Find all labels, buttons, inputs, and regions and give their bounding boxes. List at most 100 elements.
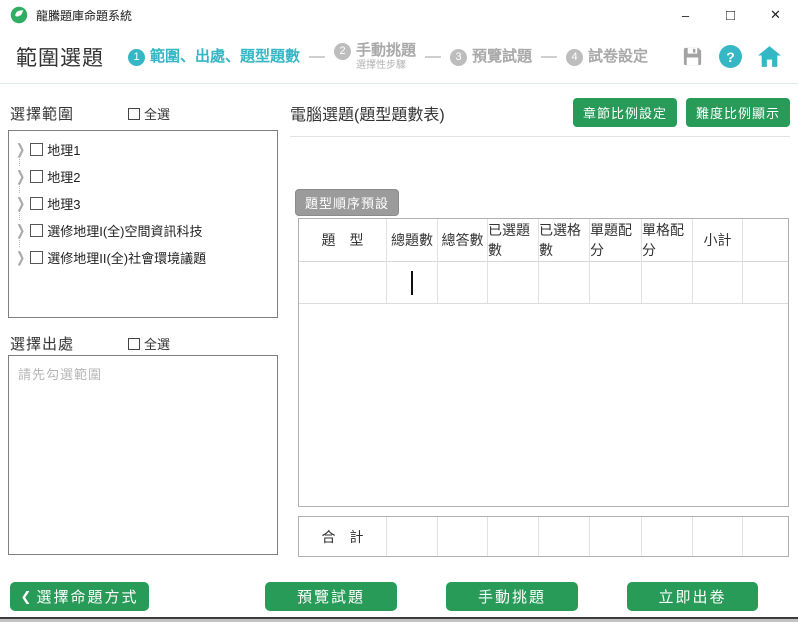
- source-select-all[interactable]: 全選: [128, 334, 170, 353]
- computer-selection-header: 電腦選題(題型題數表) 章節比例設定 難度比例顯示: [290, 97, 790, 128]
- step-separator: [309, 55, 326, 58]
- total-label: 合 計: [299, 517, 387, 556]
- table-row[interactable]: [299, 262, 788, 304]
- table-header-row: 題 型 總題數 總答數 已選題數 已選格數 單題配分 單格配分 小計: [299, 219, 788, 262]
- back-to-mode-label: 選擇命題方式: [36, 589, 139, 606]
- chevron-right-icon[interactable]: ❯: [16, 195, 25, 212]
- generate-paper-button[interactable]: 立即出卷: [627, 582, 758, 611]
- total-cell: [539, 517, 590, 556]
- difficulty-ratio-button[interactable]: 難度比例顯示: [685, 98, 790, 127]
- toolbar: 範圍選題 1 範圍、出處、題型題數 2 手動挑題 選擇性步驟 3 預覽試題 4: [0, 30, 798, 84]
- tree-item-checkbox[interactable]: [30, 143, 44, 156]
- preview-questions-label: 預覽試題: [296, 589, 365, 606]
- tree-item-label: 選修地理II(全)社會環境議題: [47, 251, 207, 266]
- col-header-type: 題 型: [299, 219, 387, 261]
- total-cell: [488, 517, 539, 556]
- preview-questions-button[interactable]: 預覽試題: [265, 582, 397, 611]
- row-cell-selected-cells[interactable]: [539, 262, 590, 303]
- page-title: 範圍選題: [16, 46, 104, 70]
- col-header-total-questions: 總題數: [387, 219, 438, 261]
- step-4-label: 試卷設定: [588, 47, 649, 65]
- row-cell-extra[interactable]: [743, 262, 788, 303]
- row-cell-points-per-cell[interactable]: [642, 262, 693, 303]
- total-cell: [693, 517, 743, 556]
- tree-item-geo3[interactable]: ❯ 地理3: [9, 190, 277, 220]
- manual-pick-button[interactable]: 手動挑題: [446, 582, 578, 611]
- step-1[interactable]: 1 範圍、出處、題型題數: [128, 48, 300, 66]
- tree-item-elective1[interactable]: ❯ 選修地理I(全)空間資訊科技: [9, 217, 277, 247]
- col-header-points-per-question: 單題配分: [590, 219, 642, 261]
- tree-item-checkbox[interactable]: [30, 170, 44, 183]
- chevron-left-icon: ❮: [20, 588, 32, 604]
- tree-item-checkbox[interactable]: [30, 224, 44, 237]
- help-icon[interactable]: ?: [719, 45, 742, 68]
- type-order-default-button[interactable]: 題型順序預設: [295, 189, 400, 216]
- step-2-badge: 2: [334, 42, 352, 60]
- tree-item-geo1[interactable]: ❯ 地理1: [9, 136, 277, 166]
- step-2-label: 手動挑題: [356, 41, 417, 59]
- col-header-selected-cells: 已選格數: [539, 219, 590, 261]
- text-cursor: [411, 270, 413, 295]
- source-section-title: 選擇出處: [10, 336, 75, 353]
- step-navigation: 1 範圍、出處、題型題數 2 手動挑題 選擇性步驟 3 預覽試題 4 試卷設定: [128, 42, 648, 72]
- total-cell: [743, 517, 788, 556]
- chevron-right-icon[interactable]: ❯: [16, 249, 25, 266]
- tree-item-checkbox[interactable]: [30, 251, 44, 264]
- row-cell-type[interactable]: [299, 262, 387, 303]
- row-cell-points-per-question[interactable]: [590, 262, 642, 303]
- chevron-right-icon[interactable]: ❯: [16, 222, 25, 239]
- col-header-extra: [743, 219, 788, 261]
- tree-item-label: 地理3: [47, 197, 81, 212]
- col-header-points-per-cell: 單格配分: [642, 219, 693, 261]
- step-3-badge: 3: [450, 48, 468, 66]
- row-cell-subtotal[interactable]: [693, 262, 743, 303]
- step-1-badge: 1: [128, 48, 145, 66]
- row-cell-total-answers[interactable]: [438, 262, 488, 303]
- minimize-button[interactable]: –: [663, 0, 708, 30]
- title-bar: 龍騰題庫命題系統 – □ ✕: [0, 0, 798, 30]
- computer-selection-title: 電腦選題(題型題數表): [290, 106, 445, 124]
- tree-item-elective2[interactable]: ❯ 選修地理II(全)社會環境議題: [9, 244, 277, 271]
- col-header-total-answers: 總答數: [438, 219, 488, 261]
- tree-item-label: 地理2: [47, 170, 81, 185]
- step-4-badge: 4: [566, 48, 584, 66]
- tree-item-checkbox[interactable]: [30, 197, 44, 210]
- total-cell: [590, 517, 642, 556]
- step-3-label: 預覽試題: [472, 47, 533, 65]
- tree-item-label: 選修地理I(全)空間資訊科技: [47, 224, 203, 239]
- range-select-all-checkbox[interactable]: [128, 107, 141, 120]
- source-list-box[interactable]: 請先勾選範圍: [8, 355, 278, 555]
- total-row: 合 計: [298, 516, 789, 557]
- app-logo-icon: [10, 6, 28, 24]
- step-2[interactable]: 2 手動挑題 選擇性步驟: [334, 42, 416, 72]
- step-4[interactable]: 4 試卷設定: [566, 48, 648, 66]
- source-select-all-checkbox[interactable]: [128, 337, 141, 350]
- range-section-title: 選擇範圍: [10, 106, 75, 123]
- window-controls: – □ ✕: [663, 0, 798, 30]
- close-button[interactable]: ✕: [753, 0, 798, 30]
- range-select-all[interactable]: 全選: [128, 104, 170, 123]
- row-cell-total-questions[interactable]: [387, 262, 438, 303]
- step-2-sublabel: 選擇性步驟: [356, 59, 407, 71]
- row-cell-selected-questions[interactable]: [488, 262, 539, 303]
- range-tree: ❯ 地理1 ❯ 地理2 ❯ 地理3 ❯ 選修地理I(全)空間資訊科技 ❯ 選修地…: [8, 130, 278, 318]
- total-cell: [387, 517, 438, 556]
- back-to-mode-button[interactable]: ❮ 選擇命題方式: [10, 582, 149, 611]
- app-title: 龍騰題庫命題系統: [36, 8, 133, 23]
- source-section-header: 選擇出處 全選: [10, 333, 170, 354]
- toolbar-icons: ?: [681, 45, 782, 68]
- total-cell: [642, 517, 693, 556]
- step-separator: [425, 55, 442, 58]
- col-header-subtotal: 小計: [693, 219, 743, 261]
- step-3[interactable]: 3 預覽試題: [450, 48, 532, 66]
- question-type-table: 題 型 總題數 總答數 已選題數 已選格數 單題配分 單格配分 小計: [298, 218, 789, 507]
- save-icon[interactable]: [681, 45, 704, 68]
- source-select-all-label: 全選: [144, 337, 171, 352]
- maximize-button[interactable]: □: [708, 0, 753, 30]
- chapter-ratio-button[interactable]: 章節比例設定: [572, 98, 677, 127]
- tree-item-geo2[interactable]: ❯ 地理2: [9, 163, 277, 193]
- chevron-right-icon[interactable]: ❯: [16, 168, 25, 185]
- generate-paper-label: 立即出卷: [658, 589, 727, 606]
- chevron-right-icon[interactable]: ❯: [16, 141, 25, 158]
- home-icon[interactable]: [757, 45, 782, 68]
